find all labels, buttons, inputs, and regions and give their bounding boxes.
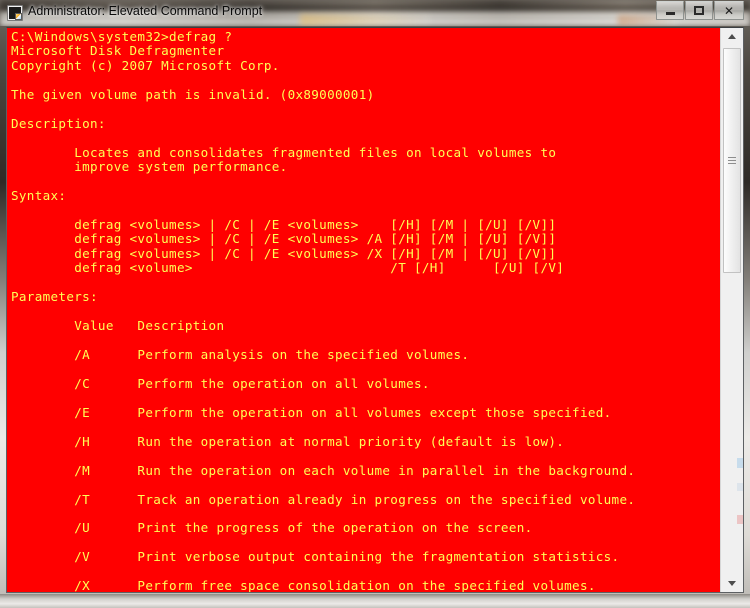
scroll-down-button[interactable]	[721, 575, 743, 592]
desktop-bleed-1	[737, 458, 743, 468]
title-bar[interactable]: Administrator: Elevated Command Prompt ✕	[0, 0, 750, 26]
close-button[interactable]: ✕	[714, 1, 744, 20]
command-prompt-icon[interactable]	[7, 5, 23, 21]
command-prompt-window: Administrator: Elevated Command Prompt ✕…	[0, 0, 750, 608]
scrollbar-grip-icon	[728, 156, 736, 165]
console-client-area: C:\Windows\system32>defrag ? Microsoft D…	[6, 27, 744, 593]
maximize-icon	[686, 2, 712, 19]
desktop-bleed-3	[737, 515, 743, 524]
console-output-surface[interactable]: C:\Windows\system32>defrag ? Microsoft D…	[7, 28, 720, 592]
command-prompt-icon-badge	[15, 13, 22, 20]
vertical-scrollbar[interactable]	[720, 28, 743, 592]
chevron-down-icon	[728, 581, 736, 586]
desktop-bleed-2	[737, 483, 743, 491]
console-output-text: C:\Windows\system32>defrag ? Microsoft D…	[11, 29, 636, 592]
scroll-up-button[interactable]	[721, 28, 743, 45]
close-icon: ✕	[723, 3, 735, 18]
scrollbar-thumb[interactable]	[723, 48, 741, 273]
maximize-button[interactable]	[685, 1, 713, 20]
minimize-button[interactable]	[656, 1, 684, 20]
chevron-up-icon	[728, 34, 736, 39]
window-title: Administrator: Elevated Command Prompt	[28, 4, 263, 18]
window-bottom-edge	[0, 594, 750, 608]
minimize-icon	[657, 2, 683, 19]
